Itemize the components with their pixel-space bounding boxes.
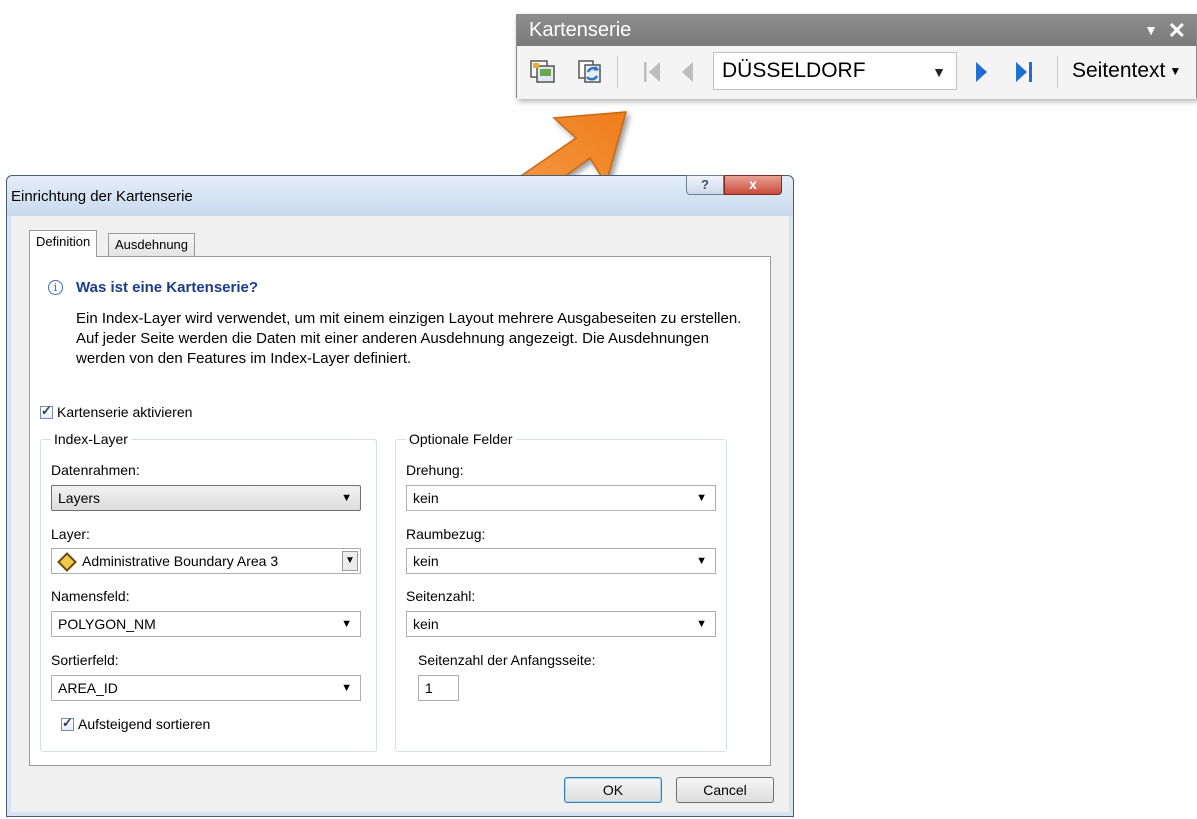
raumbezug-label: Raumbezug: [406,526,486,542]
namensfeld-value: POLYGON_NM [58,616,156,632]
seitenzahl-select[interactable]: kein ▼ [406,611,716,637]
toolbar-body: DÜSSELDORF ▼ Seitentext ▼ [517,46,1196,99]
info-title: Was ist eine Kartenserie? [76,279,259,296]
enable-kartenserie-checkbox[interactable] [40,403,53,419]
page-text-dropdown[interactable]: Seitentext ▼ [1072,54,1181,88]
toolbar-close-icon[interactable]: ✕ [1168,15,1186,46]
page-text-label: Seitentext [1072,59,1166,82]
chevron-down-icon: ▼ [1169,64,1182,79]
raumbezug-value: kein [413,553,439,569]
layer-select[interactable]: Administrative Boundary Area 3 ▼ [51,548,361,574]
dialog-client-area: Definition Ausdehnung i Was ist eine Kar… [11,216,789,812]
seitenzahl-label: Seitenzahl: [406,588,476,604]
chevron-down-icon: ▼ [341,618,352,630]
datenrahmen-value: Layers [58,490,101,506]
cancel-button[interactable]: Cancel [676,777,774,803]
namensfeld-select[interactable]: POLYGON_NM ▼ [51,611,361,637]
kartenserie-setup-dialog: Einrichtung der Kartenserie ? x Definiti… [6,175,794,817]
layer-label: Layer: [51,526,90,542]
drehung-label: Drehung: [406,462,464,478]
chevron-down-icon: ▼ [341,682,352,694]
toolbar-titlebar[interactable]: Kartenserie ▼ ✕ [517,15,1196,46]
drehung-select[interactable]: kein ▼ [406,485,716,511]
layer-value: Administrative Boundary Area 3 [82,553,279,569]
kartenserie-toolbar: Kartenserie ▼ ✕ DÜSSELDORF ▼ Seitentext … [516,14,1197,99]
sortierfeld-select[interactable]: AREA_ID ▼ [51,675,361,701]
datenrahmen-select[interactable]: Layers ▼ [51,485,361,511]
toolbar-separator [1057,56,1058,88]
chevron-down-icon: ▼ [696,492,707,504]
tab-definition[interactable]: Definition [29,230,98,257]
help-button[interactable]: ? [686,175,724,195]
optional-fields-group-title: Optionale Felder [406,431,516,447]
enable-kartenserie-label: Kartenserie aktivieren [57,404,193,421]
dialog-titlebar[interactable]: Einrichtung der Kartenserie ? x [7,175,793,216]
page-select[interactable]: DÜSSELDORF ▼ [713,52,957,90]
page-select-value: DÜSSELDORF [722,59,866,82]
info-icon: i [48,280,63,295]
chevron-down-icon: ▼ [932,64,946,80]
info-description: Ein Index-Layer wird verwendet, um mit e… [76,310,742,367]
previous-page-icon[interactable] [677,60,697,84]
drehung-value: kein [413,490,439,506]
definition-tab-panel: i Was ist eine Kartenserie? Ein Index-La… [29,256,771,766]
toolbar-options-icon[interactable]: ▼ [1144,15,1158,46]
toolbar-separator [617,56,618,88]
namensfeld-label: Namensfeld: [51,588,130,604]
sort-ascending-label: Aufsteigend sortieren [78,716,211,733]
seitenzahl-value: kein [413,616,439,632]
index-layer-group-title: Index-Layer [51,431,131,447]
sort-ascending-row[interactable]: Aufsteigend sortieren [61,715,210,732]
tab-ausdehnung[interactable]: Ausdehnung [108,233,196,257]
dialog-title: Einrichtung der Kartenserie [11,188,193,205]
polygon-layer-icon [57,552,77,573]
optional-fields-group: Optionale Felder Drehung: kein ▼ Raumbez… [395,431,727,752]
start-page-label: Seitenzahl der Anfangsseite: [418,652,596,668]
data-driven-pages-setup-icon[interactable] [529,57,557,85]
datenrahmen-label: Datenrahmen: [51,462,140,478]
ok-button[interactable]: OK [564,777,662,803]
first-page-icon[interactable] [641,60,663,84]
last-page-icon[interactable] [1013,60,1037,84]
close-button[interactable]: x [724,175,782,195]
raumbezug-select[interactable]: kein ▼ [406,548,716,574]
chevron-down-icon: ▼ [341,492,352,504]
next-page-icon[interactable] [972,60,992,84]
enable-checkbox-row[interactable]: Kartenserie aktivieren [40,403,192,420]
chevron-down-icon[interactable]: ▼ [342,551,358,571]
sortierfeld-value: AREA_ID [58,680,118,696]
sortierfeld-label: Sortierfeld: [51,652,119,668]
refresh-icon[interactable] [575,56,605,86]
start-page-input[interactable]: 1 [418,675,459,701]
chevron-down-icon: ▼ [696,555,707,567]
chevron-down-icon: ▼ [696,618,707,630]
index-layer-group: Index-Layer Datenrahmen: Layers ▼ Layer:… [40,431,377,752]
sort-ascending-checkbox[interactable] [61,715,74,731]
toolbar-title: Kartenserie [529,19,632,41]
